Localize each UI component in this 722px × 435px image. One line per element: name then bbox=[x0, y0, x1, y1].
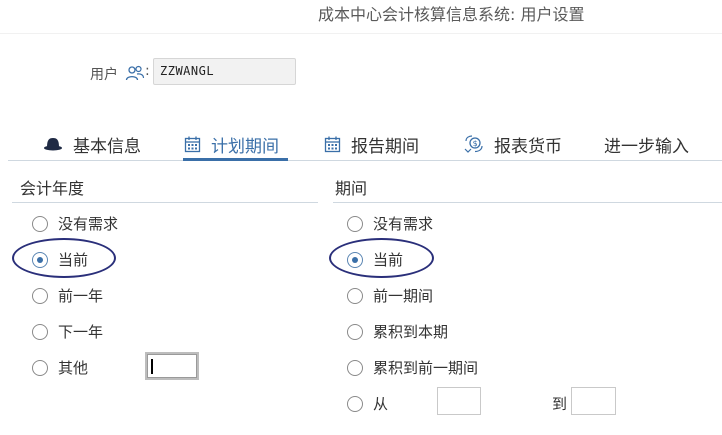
tab-basic-info-label: 基本信息 bbox=[73, 136, 141, 157]
option-label: 下一年 bbox=[58, 323, 104, 341]
text-caret bbox=[151, 359, 153, 374]
option-label: 没有需求 bbox=[373, 215, 434, 233]
tab-planning-period-label: 计划期间 bbox=[211, 136, 279, 157]
radio-button[interactable] bbox=[32, 215, 48, 232]
tab-further-input[interactable]: 进一步输入 bbox=[604, 130, 689, 158]
radio-button[interactable] bbox=[347, 215, 363, 232]
period-option-current[interactable]: 当前 bbox=[347, 249, 403, 270]
option-label: 前一期间 bbox=[373, 287, 434, 305]
radio-button[interactable] bbox=[347, 287, 363, 304]
svg-text:$: $ bbox=[473, 139, 478, 148]
period-option-no-requirement[interactable]: 没有需求 bbox=[347, 213, 433, 234]
period-option-cumulative-to-previous[interactable]: 累积到前一期间 bbox=[347, 357, 478, 378]
tab-planning-period[interactable]: 计划期间 bbox=[184, 130, 279, 158]
option-label: 从 bbox=[373, 395, 389, 413]
fiscal-year-option-current[interactable]: 当前 bbox=[32, 249, 88, 270]
other-year-input[interactable] bbox=[145, 352, 199, 380]
option-label: 没有需求 bbox=[58, 215, 119, 233]
option-label: 累积到前一期间 bbox=[373, 359, 479, 377]
fiscal-year-divider bbox=[12, 202, 318, 203]
tab-report-period-label: 报告期间 bbox=[351, 136, 419, 157]
users-icon bbox=[125, 65, 145, 81]
option-label: 其他 bbox=[58, 359, 89, 377]
option-label: 当前 bbox=[58, 251, 89, 269]
fiscal-year-option-no-requirement[interactable]: 没有需求 bbox=[32, 213, 118, 234]
radio-button-selected[interactable] bbox=[347, 251, 363, 268]
radio-button[interactable] bbox=[347, 395, 363, 412]
hat-icon bbox=[44, 138, 62, 151]
option-label: 前一年 bbox=[58, 287, 104, 305]
radio-button[interactable] bbox=[32, 359, 48, 376]
fiscal-year-option-previous-year[interactable]: 前一年 bbox=[32, 285, 103, 306]
option-label: 累积到本期 bbox=[373, 323, 449, 341]
radio-button[interactable] bbox=[347, 323, 363, 340]
radio-button-selected[interactable] bbox=[32, 251, 48, 268]
fiscal-year-option-next-year[interactable]: 下一年 bbox=[32, 321, 103, 342]
period-to-input[interactable] bbox=[571, 387, 616, 415]
period-option-cumulative-to-current[interactable]: 累积到本期 bbox=[347, 321, 448, 342]
fiscal-year-option-other[interactable]: 其他 bbox=[32, 357, 88, 378]
currency-exchange-icon: $ bbox=[464, 135, 483, 153]
user-field[interactable]: ZZWANGL bbox=[153, 58, 296, 85]
tab-report-currency[interactable]: $ 报表货币 bbox=[464, 130, 562, 158]
user-label: 用户 bbox=[90, 67, 118, 83]
window-title: 成本中心会计核算信息系统: 用户设置 bbox=[318, 5, 585, 24]
title-divider bbox=[0, 33, 722, 34]
period-option-previous-period[interactable]: 前一期间 bbox=[347, 285, 433, 306]
fiscal-year-heading: 会计年度 bbox=[20, 179, 85, 198]
option-label: 当前 bbox=[373, 251, 404, 269]
period-option-from[interactable]: 从 bbox=[347, 393, 388, 414]
tab-further-input-label: 进一步输入 bbox=[604, 136, 689, 157]
radio-button[interactable] bbox=[32, 323, 48, 340]
period-from-input[interactable] bbox=[437, 387, 481, 415]
period-divider bbox=[333, 202, 722, 203]
tab-basic-info[interactable]: 基本信息 bbox=[43, 130, 141, 158]
period-to-label: 到 bbox=[552, 395, 568, 413]
tab-report-period[interactable]: 报告期间 bbox=[324, 130, 419, 158]
radio-button[interactable] bbox=[347, 359, 363, 376]
calendar-icon bbox=[324, 136, 341, 152]
tab-report-currency-label: 报表货币 bbox=[494, 136, 562, 157]
user-colon: : bbox=[145, 63, 150, 79]
calendar-icon bbox=[184, 136, 201, 152]
active-tab-indicator bbox=[183, 158, 288, 161]
tabs-divider bbox=[8, 160, 722, 161]
radio-button[interactable] bbox=[32, 287, 48, 304]
period-heading: 期间 bbox=[335, 179, 368, 198]
